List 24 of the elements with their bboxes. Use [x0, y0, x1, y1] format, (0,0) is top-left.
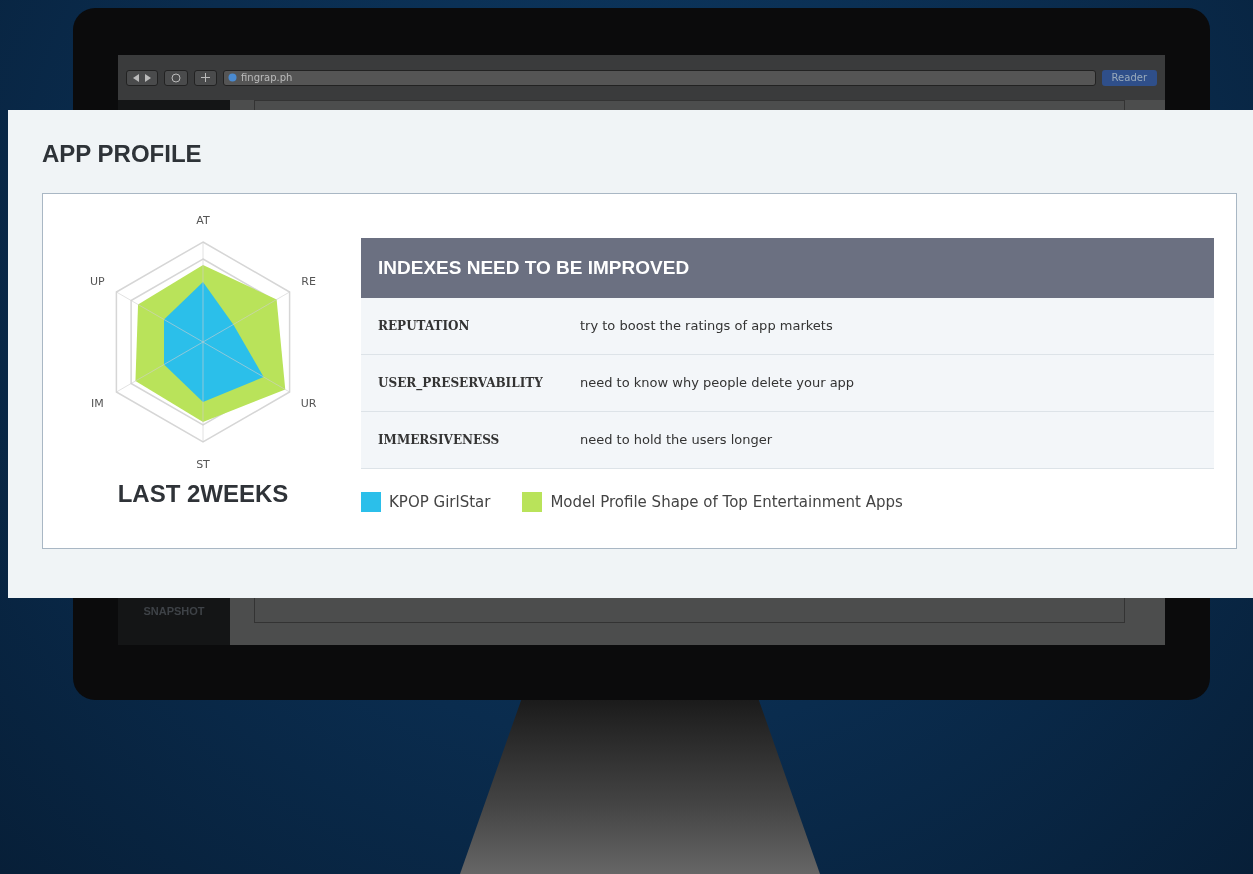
advice-text: need to know why people delete your app: [580, 374, 855, 393]
axis-label: UR: [300, 396, 317, 410]
cloud-button[interactable]: [164, 69, 188, 86]
chart-caption: LAST 2WEEKS: [117, 478, 289, 509]
index-name: REPUTATION: [378, 317, 471, 335]
index-name: USER_PRESERVABILITY: [378, 374, 544, 392]
axis-label: IM: [90, 396, 104, 410]
index-name: IMMERSIVENESS: [378, 431, 501, 449]
panel-title: APP PROFILE: [42, 140, 203, 169]
legend-label: Model Profile Shape of Top Entertainment Apps: [550, 491, 903, 513]
new-tab-button[interactable]: [194, 69, 217, 86]
legend-label: KPOP GirlStar: [389, 491, 491, 513]
table-heading: INDEXES NEED TO BE IMPROVED: [361, 237, 1214, 298]
advice-text: try to boost the ratings of app markets: [580, 317, 833, 336]
axis-label: ST: [196, 457, 210, 471]
back-forward-button[interactable]: [126, 69, 158, 86]
axis-label: AT: [196, 213, 210, 227]
back-forward-icon: [133, 73, 151, 82]
advice-text: need to hold the users longer: [580, 431, 773, 450]
reader-button[interactable]: Reader: [1101, 69, 1157, 86]
plus-icon: [201, 73, 210, 82]
axis-label: RE: [301, 274, 316, 288]
axis-label: UP: [90, 274, 105, 288]
address-field[interactable]: fingrap.ph: [223, 69, 1096, 86]
